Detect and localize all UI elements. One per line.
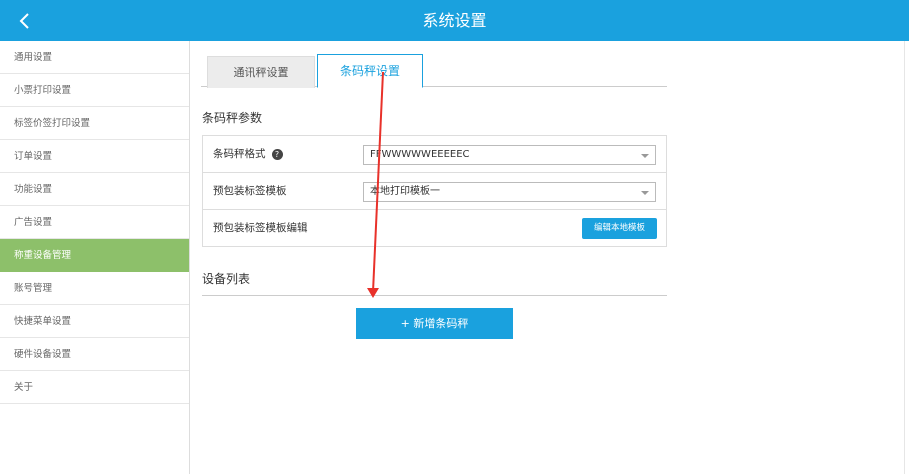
barcode-format-value: FFWWWWWEEEEEC — [370, 149, 470, 160]
main-panel: 通讯秤设置 条码秤设置 条码秤参数 条码秤格式? FFWWWWWEEEEEC 预… — [190, 41, 909, 474]
params-section-title: 条码秤参数 — [202, 111, 263, 125]
barcode-format-row: 条码秤格式? FFWWWWWEEEEEC — [203, 136, 666, 173]
template-row: 预包装标签模板 本地打印模板一 — [203, 173, 666, 210]
sidebar-item-label-print[interactable]: 标签价签打印设置 — [0, 107, 189, 140]
template-edit-row: 预包装标签模板编辑 编辑本地模板 — [203, 210, 666, 247]
sidebar-item-about[interactable]: 关于 — [0, 371, 189, 404]
tab-bar: 通讯秤设置 条码秤设置 — [201, 54, 667, 88]
top-bar: 系统设置 — [0, 0, 909, 41]
sidebar-item-ads[interactable]: 广告设置 — [0, 206, 189, 239]
sidebar: 通用设置 小票打印设置 标签价签打印设置 订单设置 功能设置 广告设置 称重设备… — [0, 41, 190, 474]
edit-local-template-button[interactable]: 编辑本地模板 — [582, 218, 657, 239]
device-list-title: 设备列表 — [202, 272, 251, 286]
sidebar-item-features[interactable]: 功能设置 — [0, 173, 189, 206]
add-barcode-scale-button[interactable]: + 新增条码秤 — [356, 308, 513, 339]
page-title: 系统设置 — [422, 11, 487, 30]
sidebar-item-scale-management[interactable]: 称重设备管理 — [0, 239, 189, 272]
template-label: 预包装标签模板 — [213, 185, 287, 197]
help-icon[interactable]: ? — [271, 148, 283, 160]
sidebar-item-order[interactable]: 订单设置 — [0, 140, 189, 173]
template-value: 本地打印模板一 — [370, 186, 440, 197]
barcode-format-label-wrap: 条码秤格式? — [213, 136, 283, 173]
sidebar-item-hardware[interactable]: 硬件设备设置 — [0, 338, 189, 371]
divider — [202, 295, 667, 296]
barcode-format-label: 条码秤格式 — [213, 148, 266, 160]
barcode-format-select[interactable]: FFWWWWWEEEEEC — [363, 145, 656, 165]
tab-comm-scale[interactable]: 通讯秤设置 — [207, 56, 315, 88]
chevron-down-icon — [641, 154, 649, 158]
chevron-down-icon — [641, 191, 649, 195]
template-select[interactable]: 本地打印模板一 — [363, 182, 656, 202]
sidebar-item-account[interactable]: 账号管理 — [0, 272, 189, 305]
sidebar-item-shortcut-menu[interactable]: 快捷菜单设置 — [0, 305, 189, 338]
params-box: 条码秤格式? FFWWWWWEEEEEC 预包装标签模板 本地打印模板一 预包装… — [202, 135, 667, 247]
sidebar-item-receipt-print[interactable]: 小票打印设置 — [0, 74, 189, 107]
tab-barcode-scale[interactable]: 条码秤设置 — [317, 54, 423, 88]
scrollbar-track — [904, 41, 905, 474]
template-edit-label: 预包装标签模板编辑 — [213, 222, 308, 234]
sidebar-item-general[interactable]: 通用设置 — [0, 41, 189, 74]
